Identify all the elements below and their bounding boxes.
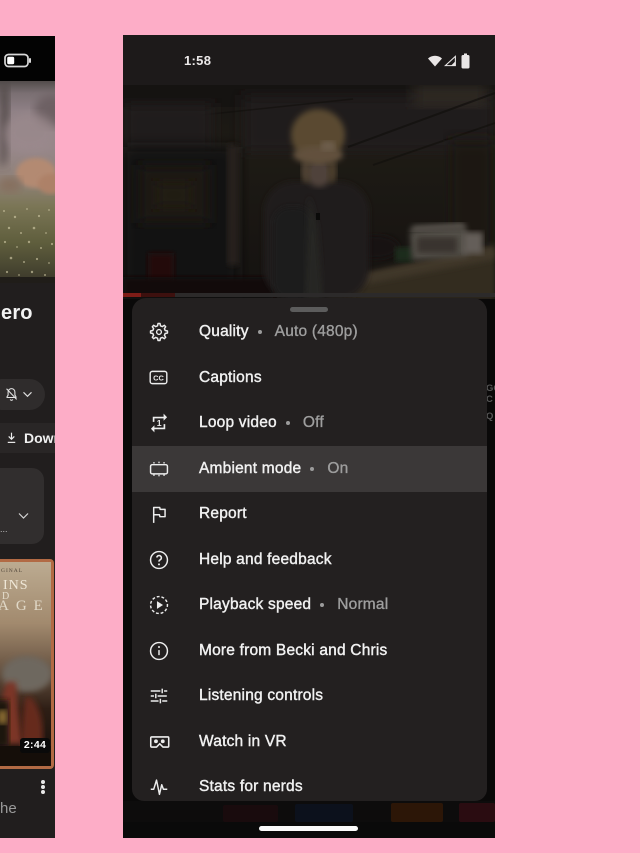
svg-text:GINAL: GINAL [1, 568, 23, 574]
svg-text:1: 1 [157, 418, 162, 428]
svg-text:CC: CC [153, 374, 164, 383]
svg-text:AGE: AGE [0, 598, 50, 614]
